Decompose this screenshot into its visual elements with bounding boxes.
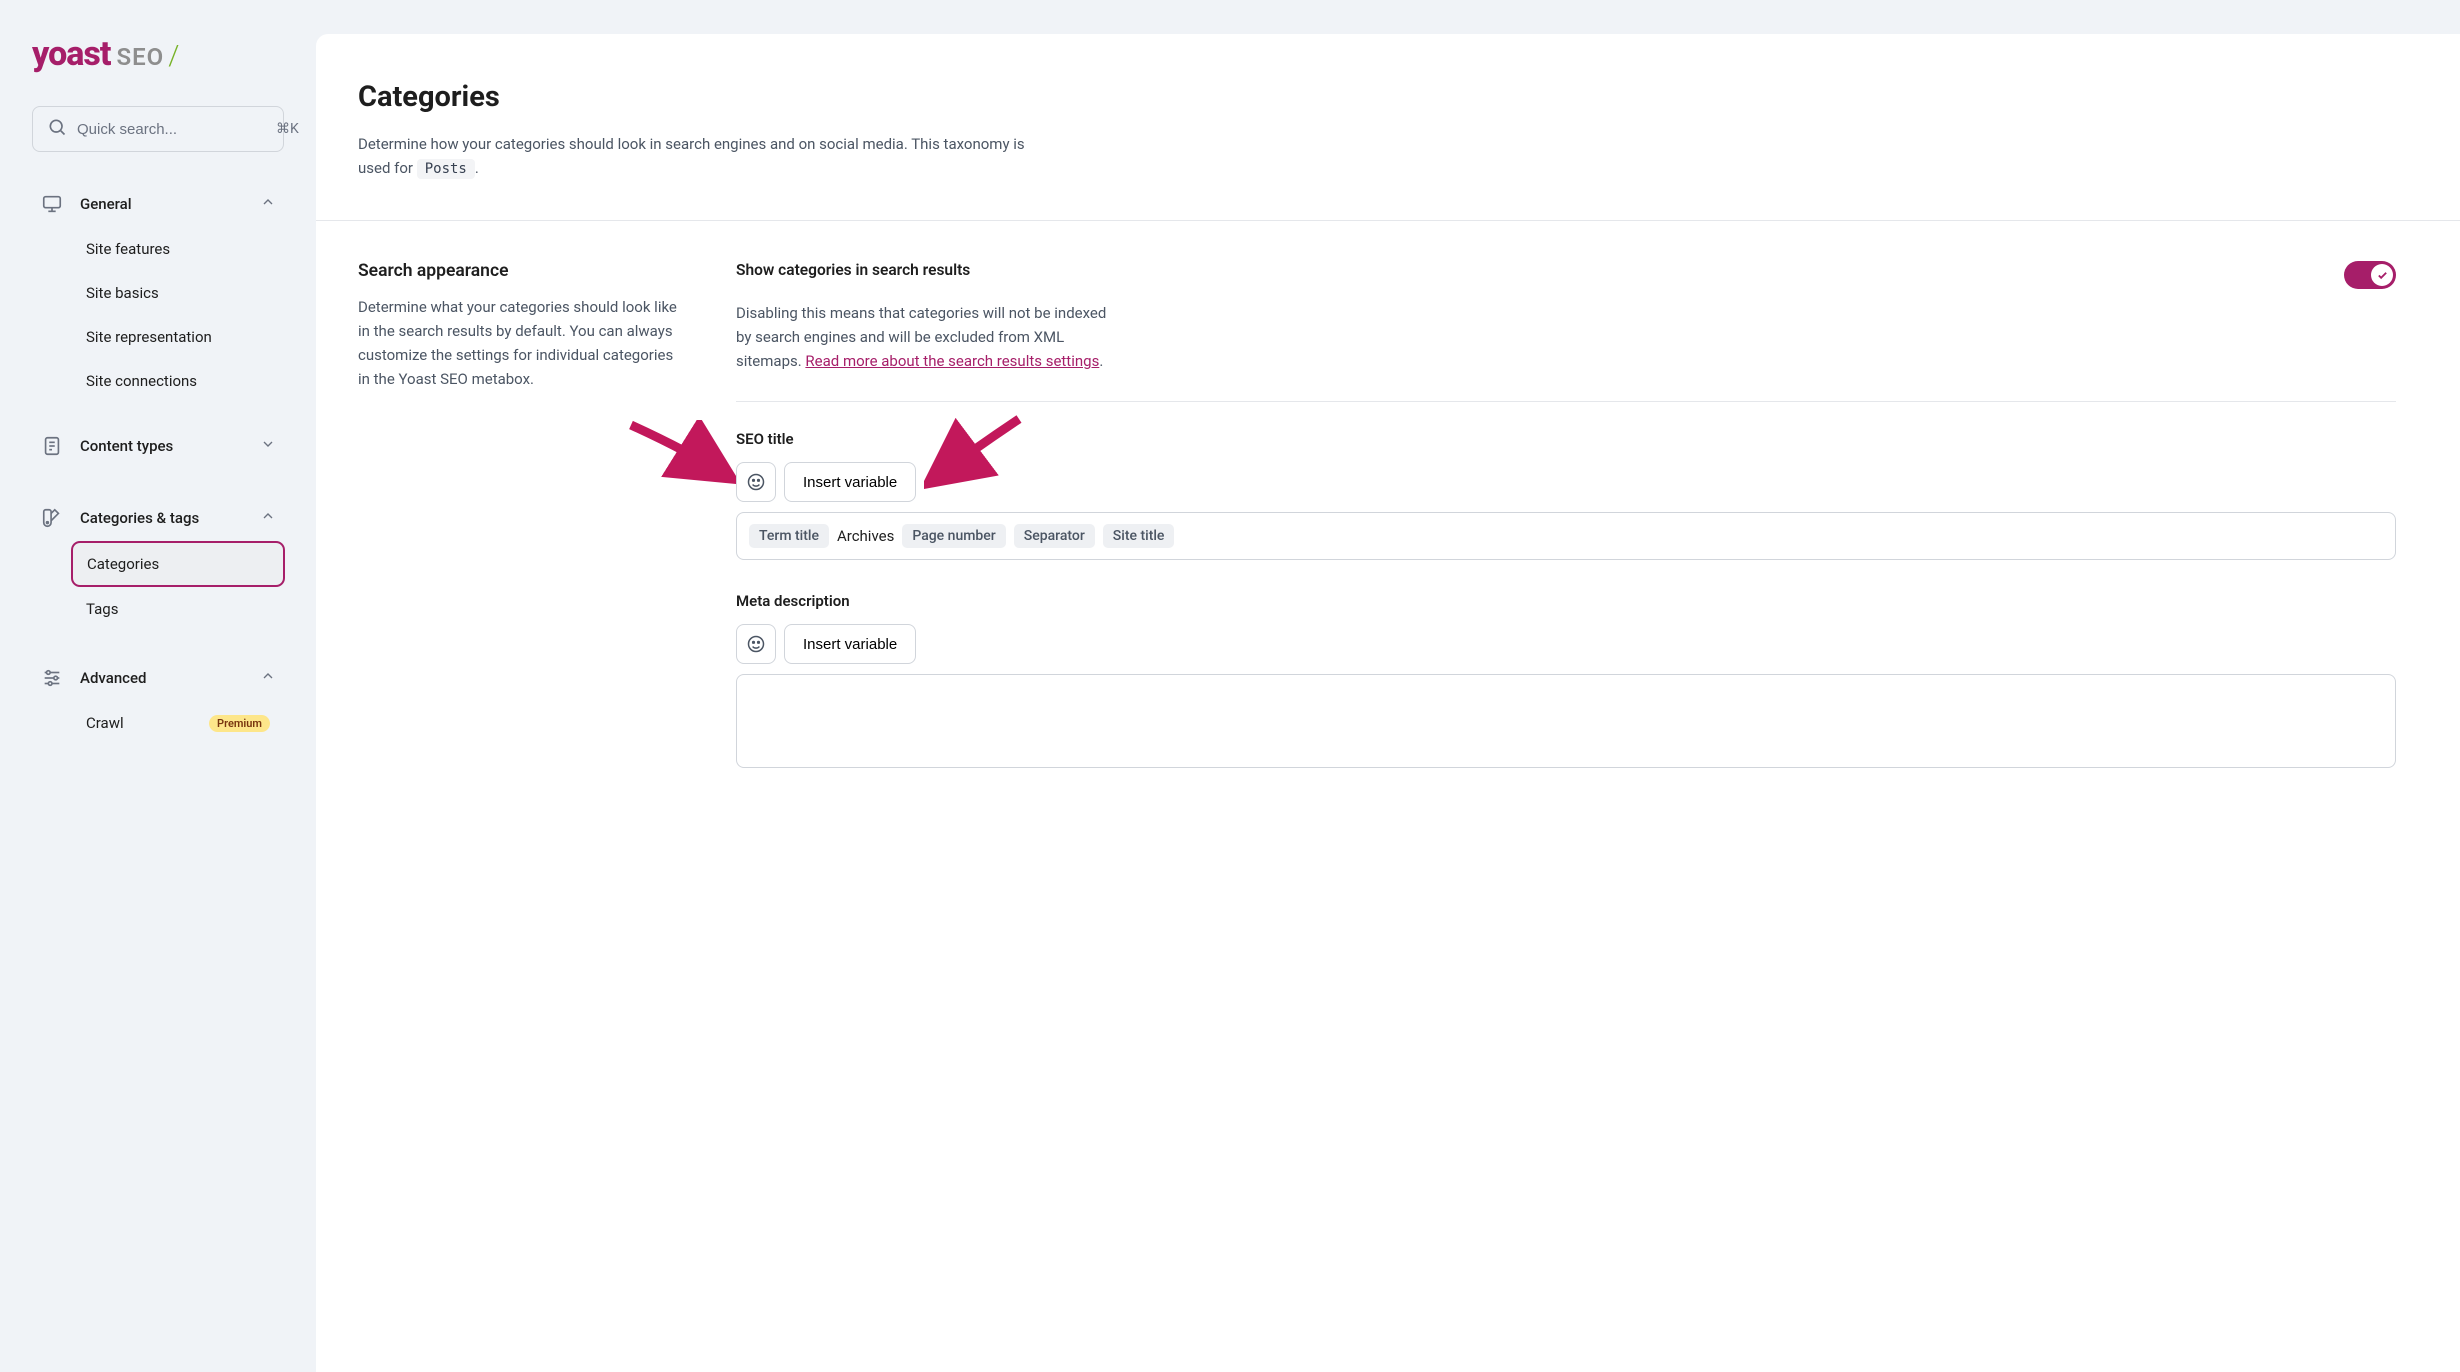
sidebar: yoastSEO/ ⌘K General Site features Site [0,0,316,1372]
nav-item-label: Tags [86,600,118,618]
logo-yoast: yoast [32,34,110,74]
search-input[interactable] [77,121,276,138]
meta-desc-label: Meta description [736,592,2396,610]
page-lead: Determine how your categories should loo… [358,132,1058,180]
search-icon [47,117,67,141]
sidebar-item-categories[interactable]: Categories [72,542,284,586]
nav-item-label: Site features [86,240,170,258]
sidebar-item-site-features[interactable]: Site features [72,228,284,270]
logo-slash: / [168,39,179,72]
sidebar-item-crawl[interactable]: Crawl Premium [72,702,284,744]
variable-chip-page-number[interactable]: Page number [902,524,1005,548]
page-title: Categories [358,80,2396,114]
nav-group-content-types: Content types [32,422,284,470]
search-shortcut: ⌘K [276,121,299,137]
chevron-down-icon [260,436,276,456]
read-more-link[interactable]: Read more about the search results setti… [805,352,1099,370]
sidebar-item-site-connections[interactable]: Site connections [72,360,284,402]
sidebar-item-site-representation[interactable]: Site representation [72,316,284,358]
show-in-search-toggle[interactable] [2344,261,2396,289]
premium-badge: Premium [209,715,270,732]
variable-chip-term-title[interactable]: Term title [749,524,829,548]
sliders-icon [40,666,64,690]
nav-header-advanced[interactable]: Advanced [32,654,284,702]
nav-group-categories-tags: Categories & tags Categories Tags [32,494,284,630]
nav-group-general: General Site features Site basics Site r… [32,180,284,402]
insert-variable-button[interactable]: Insert variable [784,462,916,502]
document-icon [40,434,64,458]
nav-item-label: Site basics [86,284,159,302]
swatch-icon [40,506,64,530]
divider [316,220,2460,221]
nav-item-label: Crawl [86,714,124,732]
taxonomy-code: Posts [417,159,475,179]
toggle-knob [2371,264,2393,286]
main-content: Categories Determine how your categories… [316,34,2460,1372]
chevron-up-icon [260,508,276,528]
toggle-desc: Disabling this means that categories wil… [736,301,1116,373]
desktop-icon [40,192,64,216]
meta-desc-input[interactable] [736,674,2396,768]
variable-chip-site-title[interactable]: Site title [1103,524,1175,548]
nav-header-categories-tags[interactable]: Categories & tags [32,494,284,542]
nav-item-label: Categories [87,555,159,573]
section-heading: Search appearance [358,261,678,281]
seo-title-text: Archives [837,527,894,545]
nav-label-content: Content types [80,437,173,455]
nav-item-label: Site representation [86,328,212,346]
emoji-button[interactable] [736,624,776,664]
section-desc: Determine what your categories should lo… [358,295,678,391]
toggle-label: Show categories in search results [736,261,2344,279]
insert-variable-button[interactable]: Insert variable [784,624,916,664]
seo-title-label: SEO title [736,430,2396,448]
chevron-up-icon [260,194,276,214]
emoji-button[interactable] [736,462,776,502]
logo: yoastSEO/ [32,34,284,74]
nav-header-content-types[interactable]: Content types [32,422,284,470]
nav-group-advanced: Advanced Crawl Premium [32,654,284,744]
seo-title-input[interactable]: Term title Archives Page number Separato… [736,512,2396,560]
nav-label-advanced: Advanced [80,669,146,687]
nav-item-label: Site connections [86,372,197,390]
nav-label-categories-tags: Categories & tags [80,509,199,527]
variable-chip-separator[interactable]: Separator [1014,524,1095,548]
chevron-up-icon [260,668,276,688]
sidebar-item-site-basics[interactable]: Site basics [72,272,284,314]
sidebar-item-tags[interactable]: Tags [72,588,284,630]
search-box[interactable]: ⌘K [32,106,284,152]
nav-label-general: General [80,195,132,213]
divider [736,401,2396,402]
logo-seo: SEO [116,43,164,71]
nav-header-general[interactable]: General [32,180,284,228]
